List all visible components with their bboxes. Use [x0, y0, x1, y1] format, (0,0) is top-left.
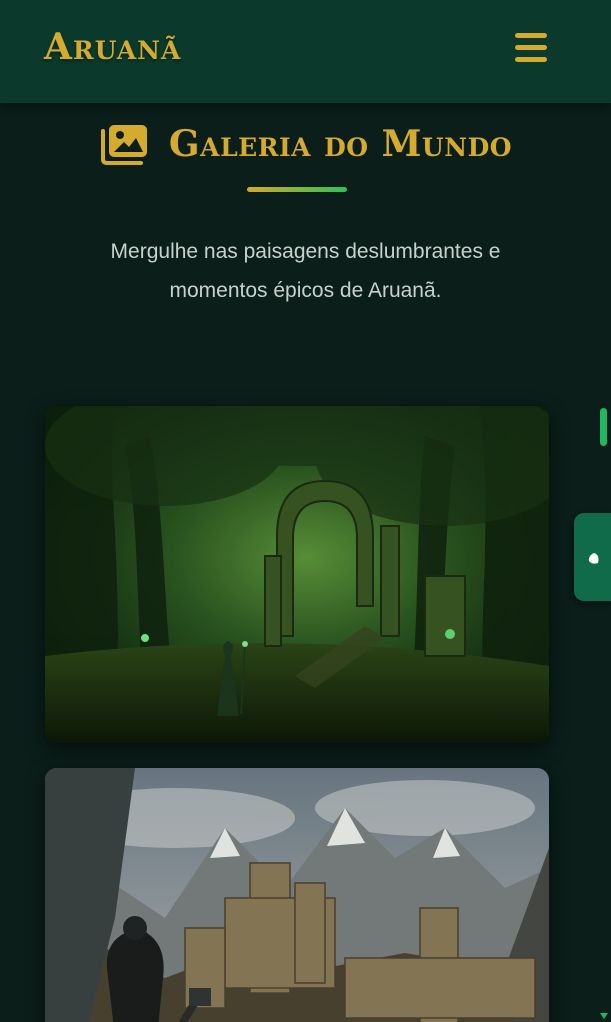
scroll-down-arrow-icon[interactable]: [600, 1013, 608, 1019]
site-header: Aruanã: [0, 0, 611, 103]
images-icon: [100, 125, 147, 165]
gallery-title: Galeria do Mundo: [168, 123, 513, 165]
side-floating-tab[interactable]: [574, 513, 611, 601]
gallery-description: Mergulhe nas paisagens deslumbrantes e m…: [110, 240, 501, 302]
title-divider: [247, 187, 347, 192]
forest-ruins-image[interactable]: [45, 406, 549, 743]
scrollbar-thumb[interactable]: [600, 408, 607, 446]
site-logo[interactable]: Aruanã: [44, 26, 181, 68]
gallery-heading: Galeria do Mundo: [0, 116, 611, 172]
mountain-fortress-image[interactable]: [45, 768, 549, 1022]
page: Aruanã Galeria do Mundo Mergulhe nas pai…: [0, 0, 611, 1022]
hamburger-menu-icon[interactable]: [512, 31, 550, 65]
leaf-icon: [588, 553, 599, 564]
